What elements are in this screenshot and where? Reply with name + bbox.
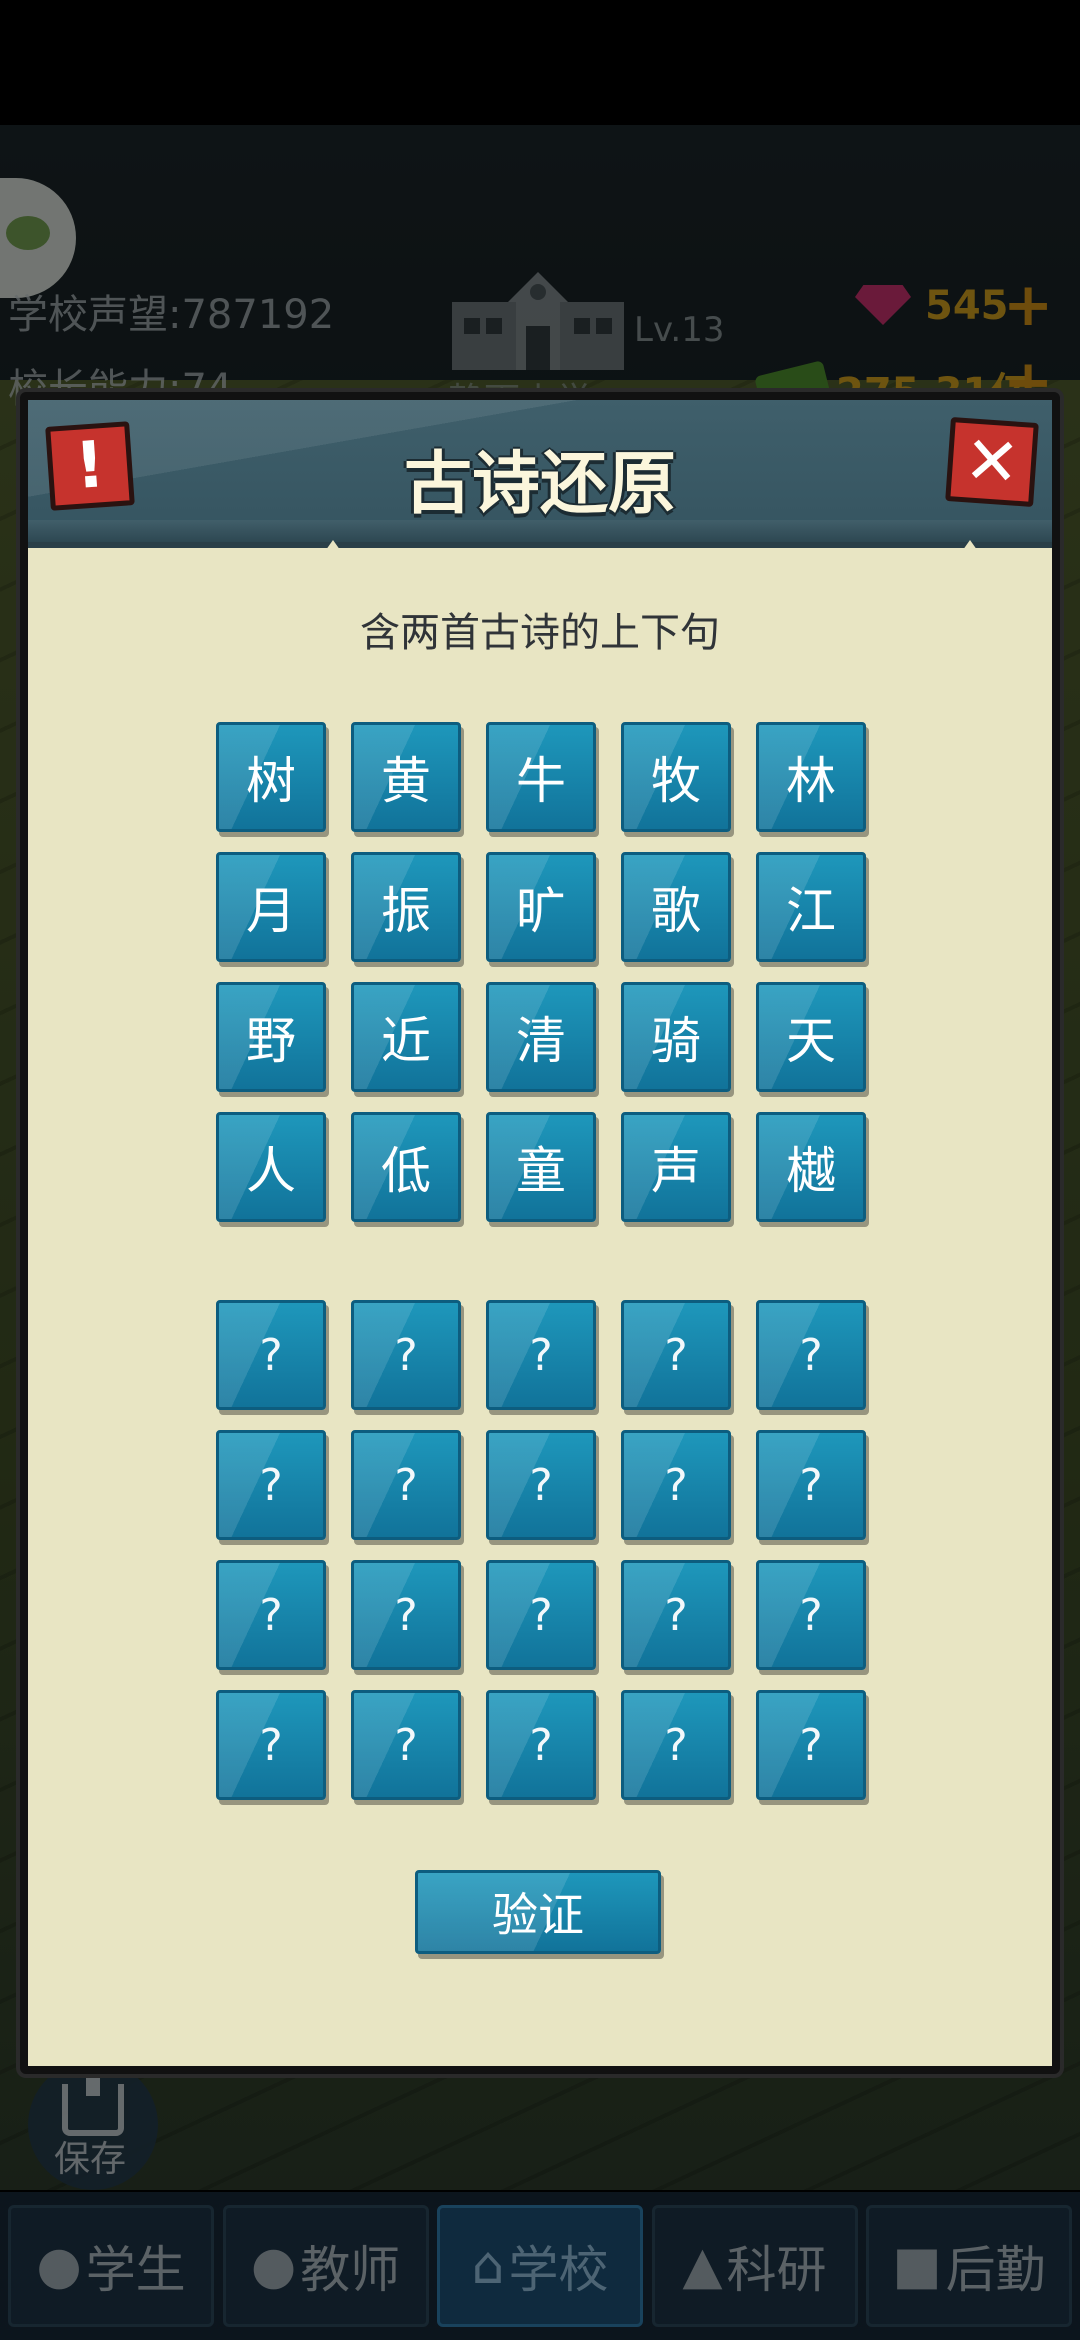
answer-slot[interactable]: ? xyxy=(621,1560,731,1670)
letter-tiles-grid: 树黄牛牧林月振旷歌江野近清骑天人低童声樾 xyxy=(216,722,866,1222)
answer-slot[interactable]: ? xyxy=(216,1430,326,1540)
answer-slot[interactable]: ? xyxy=(621,1300,731,1410)
answer-slot[interactable]: ? xyxy=(756,1560,866,1670)
poem-restore-dialog: 古诗还原 ! ✕ 含两首古诗的上下句 树黄牛牧林月振旷歌江野近清骑天人低童声樾 … xyxy=(20,392,1060,2074)
letter-tile[interactable]: 旷 xyxy=(486,852,596,962)
letter-tile[interactable]: 黄 xyxy=(351,722,461,832)
answer-slot[interactable]: ? xyxy=(486,1300,596,1410)
answer-slot[interactable]: ? xyxy=(351,1300,461,1410)
letter-tile[interactable]: 声 xyxy=(621,1112,731,1222)
answer-slot[interactable]: ? xyxy=(621,1430,731,1540)
letter-tile[interactable]: 树 xyxy=(216,722,326,832)
letter-tile[interactable]: 近 xyxy=(351,982,461,1092)
exclamation-icon: ! xyxy=(72,428,108,504)
letter-tile[interactable]: 振 xyxy=(351,852,461,962)
answer-slot[interactable]: ? xyxy=(351,1560,461,1670)
status-bar xyxy=(0,0,1080,125)
info-button[interactable]: ! xyxy=(45,421,135,511)
letter-tile[interactable]: 清 xyxy=(486,982,596,1092)
answer-slots-grid: ???????????????????? xyxy=(216,1300,866,1800)
answer-slot[interactable]: ? xyxy=(486,1430,596,1540)
letter-tile[interactable]: 骑 xyxy=(621,982,731,1092)
answer-slot[interactable]: ? xyxy=(351,1690,461,1800)
answer-slot[interactable]: ? xyxy=(756,1690,866,1800)
dialog-title: 古诗还原 xyxy=(403,445,676,524)
letter-tile[interactable]: 低 xyxy=(351,1112,461,1222)
answer-slot[interactable]: ? xyxy=(216,1560,326,1670)
letter-tile[interactable]: 江 xyxy=(756,852,866,962)
close-button[interactable]: ✕ xyxy=(945,417,1039,507)
letter-tile[interactable]: 人 xyxy=(216,1112,326,1222)
letter-tile[interactable]: 樾 xyxy=(756,1112,866,1222)
answer-slot[interactable]: ? xyxy=(756,1430,866,1540)
answer-slot[interactable]: ? xyxy=(351,1430,461,1540)
answer-slot[interactable]: ? xyxy=(216,1300,326,1410)
letter-tile[interactable]: 月 xyxy=(216,852,326,962)
dialog-subtitle: 含两首古诗的上下句 xyxy=(360,610,720,656)
letter-tile[interactable]: 童 xyxy=(486,1112,596,1222)
letter-tile[interactable]: 歌 xyxy=(621,852,731,962)
verify-button[interactable]: 验证 xyxy=(415,1870,661,1954)
letter-tile[interactable]: 天 xyxy=(756,982,866,1092)
answer-slot[interactable]: ? xyxy=(216,1690,326,1800)
letter-tile[interactable]: 牛 xyxy=(486,722,596,832)
answer-slot[interactable]: ? xyxy=(621,1690,731,1800)
letter-tile[interactable]: 牧 xyxy=(621,722,731,832)
answer-slot[interactable]: ? xyxy=(756,1300,866,1410)
answer-slot[interactable]: ? xyxy=(486,1690,596,1800)
answer-slot[interactable]: ? xyxy=(486,1560,596,1670)
close-icon: ✕ xyxy=(961,421,1023,502)
letter-tile[interactable]: 林 xyxy=(756,722,866,832)
letter-tile[interactable]: 野 xyxy=(216,982,326,1092)
